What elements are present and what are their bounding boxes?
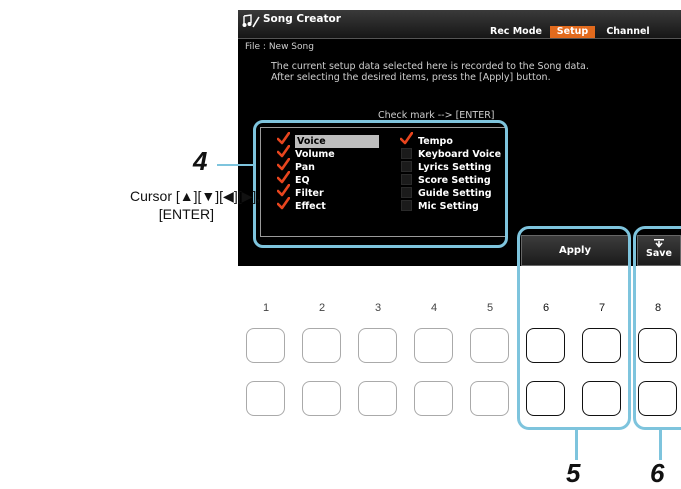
button-4-upper[interactable] (414, 328, 453, 363)
button-6-upper[interactable] (526, 328, 565, 363)
button-6-lower[interactable] (526, 381, 565, 416)
button-4-lower[interactable] (414, 381, 453, 416)
button-8-lower[interactable] (638, 381, 677, 416)
column-number: 1 (262, 302, 270, 314)
button-7-upper[interactable] (582, 328, 621, 363)
file-name-label: File : New Song (245, 42, 314, 52)
column-number: 4 (430, 302, 438, 314)
window-title: Song Creator (263, 13, 341, 25)
tab-setup[interactable]: Setup (550, 26, 595, 38)
title-bar: Song Creator Rec Mode Setup Channel (238, 10, 681, 39)
panel-highlight (253, 120, 508, 248)
button-8-upper[interactable] (638, 328, 677, 363)
cursor-instruction-line2: [ENTER] (158, 206, 214, 222)
callout-line (217, 164, 253, 166)
callout-number: 4 (193, 146, 208, 176)
tab-channel[interactable]: Channel (598, 26, 658, 38)
column-number: 2 (318, 302, 326, 314)
column-number: 7 (598, 302, 606, 314)
column-number: 3 (374, 302, 382, 314)
step-5-number: 5 (566, 458, 581, 488)
description-text: The current setup data selected here is … (271, 61, 589, 83)
column-number: 5 (486, 302, 494, 314)
button-1-lower[interactable] (246, 381, 285, 416)
button-2-lower[interactable] (302, 381, 341, 416)
step-6-line (659, 430, 662, 460)
button-7-lower[interactable] (582, 381, 621, 416)
step-5-line (575, 430, 578, 460)
step-6-number: 6 (650, 458, 665, 488)
button-3-upper[interactable] (358, 328, 397, 363)
column-number: 6 (542, 302, 550, 314)
music-note-icon (242, 14, 260, 28)
cursor-instruction: Cursor [▲][▼][◀][▶], [ENTER] (130, 187, 261, 223)
button-3-lower[interactable] (358, 381, 397, 416)
button-5-lower[interactable] (470, 381, 509, 416)
cursor-instruction-line1: Cursor [▲][▼][◀][▶], (130, 188, 261, 204)
column-number: 8 (654, 302, 662, 314)
button-1-upper[interactable] (246, 328, 285, 363)
tab-rec-mode[interactable]: Rec Mode (482, 26, 550, 38)
button-5-upper[interactable] (470, 328, 509, 363)
button-2-upper[interactable] (302, 328, 341, 363)
